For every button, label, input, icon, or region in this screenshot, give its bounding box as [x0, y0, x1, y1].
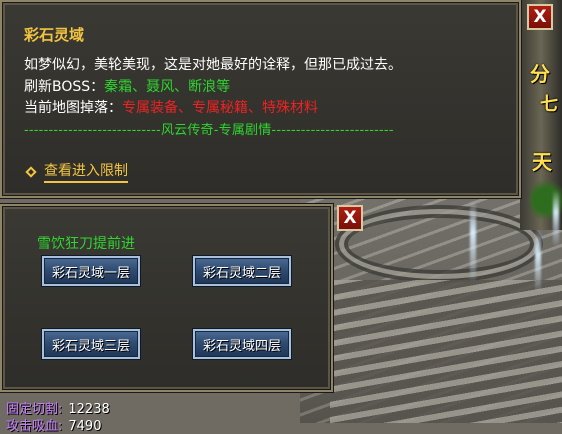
zone-floor-4-button[interactable]: 彩石灵域四层 [193, 329, 291, 359]
sign-character: 天 [532, 150, 552, 174]
story-divider: ----------------------------风云传奇-专属剧情---… [24, 123, 394, 138]
light-beam [470, 200, 476, 280]
stone-stairs [330, 280, 562, 423]
map-title: 彩石灵域 [24, 26, 85, 44]
lifesteal-stat: 攻击吸血: 7490 [6, 415, 101, 434]
map-drop-line: 当前地图掉落：专属装备、专属秘籍、特殊材料 [24, 97, 318, 117]
boss-names: 秦霜、聂风、断浪等 [104, 79, 231, 95]
zone-floor-1-button[interactable]: 彩石灵域一层 [42, 256, 140, 286]
sign-character: 分 [530, 62, 550, 86]
close-button[interactable]: X [337, 205, 363, 231]
map-drop-label: 当前地图掉落： [24, 100, 122, 116]
map-description: 如梦似幻，美轮美现，这是对她最好的诠释，但那已成过去。 [24, 57, 402, 73]
sign-character: 七 [540, 94, 558, 115]
early-access-title: 雪饮狂刀提前进 [37, 236, 135, 252]
light-beam [535, 230, 541, 290]
map-drop-items: 专属装备、专属秘籍、特殊材料 [122, 100, 318, 116]
diamond-icon [25, 165, 37, 178]
boss-refresh-line: 刷新BOSS：秦霜、聂风、断浪等 [24, 76, 230, 96]
stat-value: 7490 [68, 419, 102, 434]
restriction-link-label: 查看进入限制 [44, 160, 128, 183]
zone-floor-3-button[interactable]: 彩石灵域三层 [42, 329, 140, 359]
close-button[interactable]: X [527, 4, 553, 30]
floor-pattern-ring [335, 205, 543, 283]
zone-floor-2-button[interactable]: 彩石灵域二层 [193, 256, 291, 286]
view-entry-restriction-link[interactable]: 查看进入限制 [25, 160, 128, 183]
light-beam [553, 190, 559, 245]
boss-refresh-label: 刷新BOSS： [24, 79, 105, 95]
stat-label: 攻击吸血: [6, 419, 63, 434]
